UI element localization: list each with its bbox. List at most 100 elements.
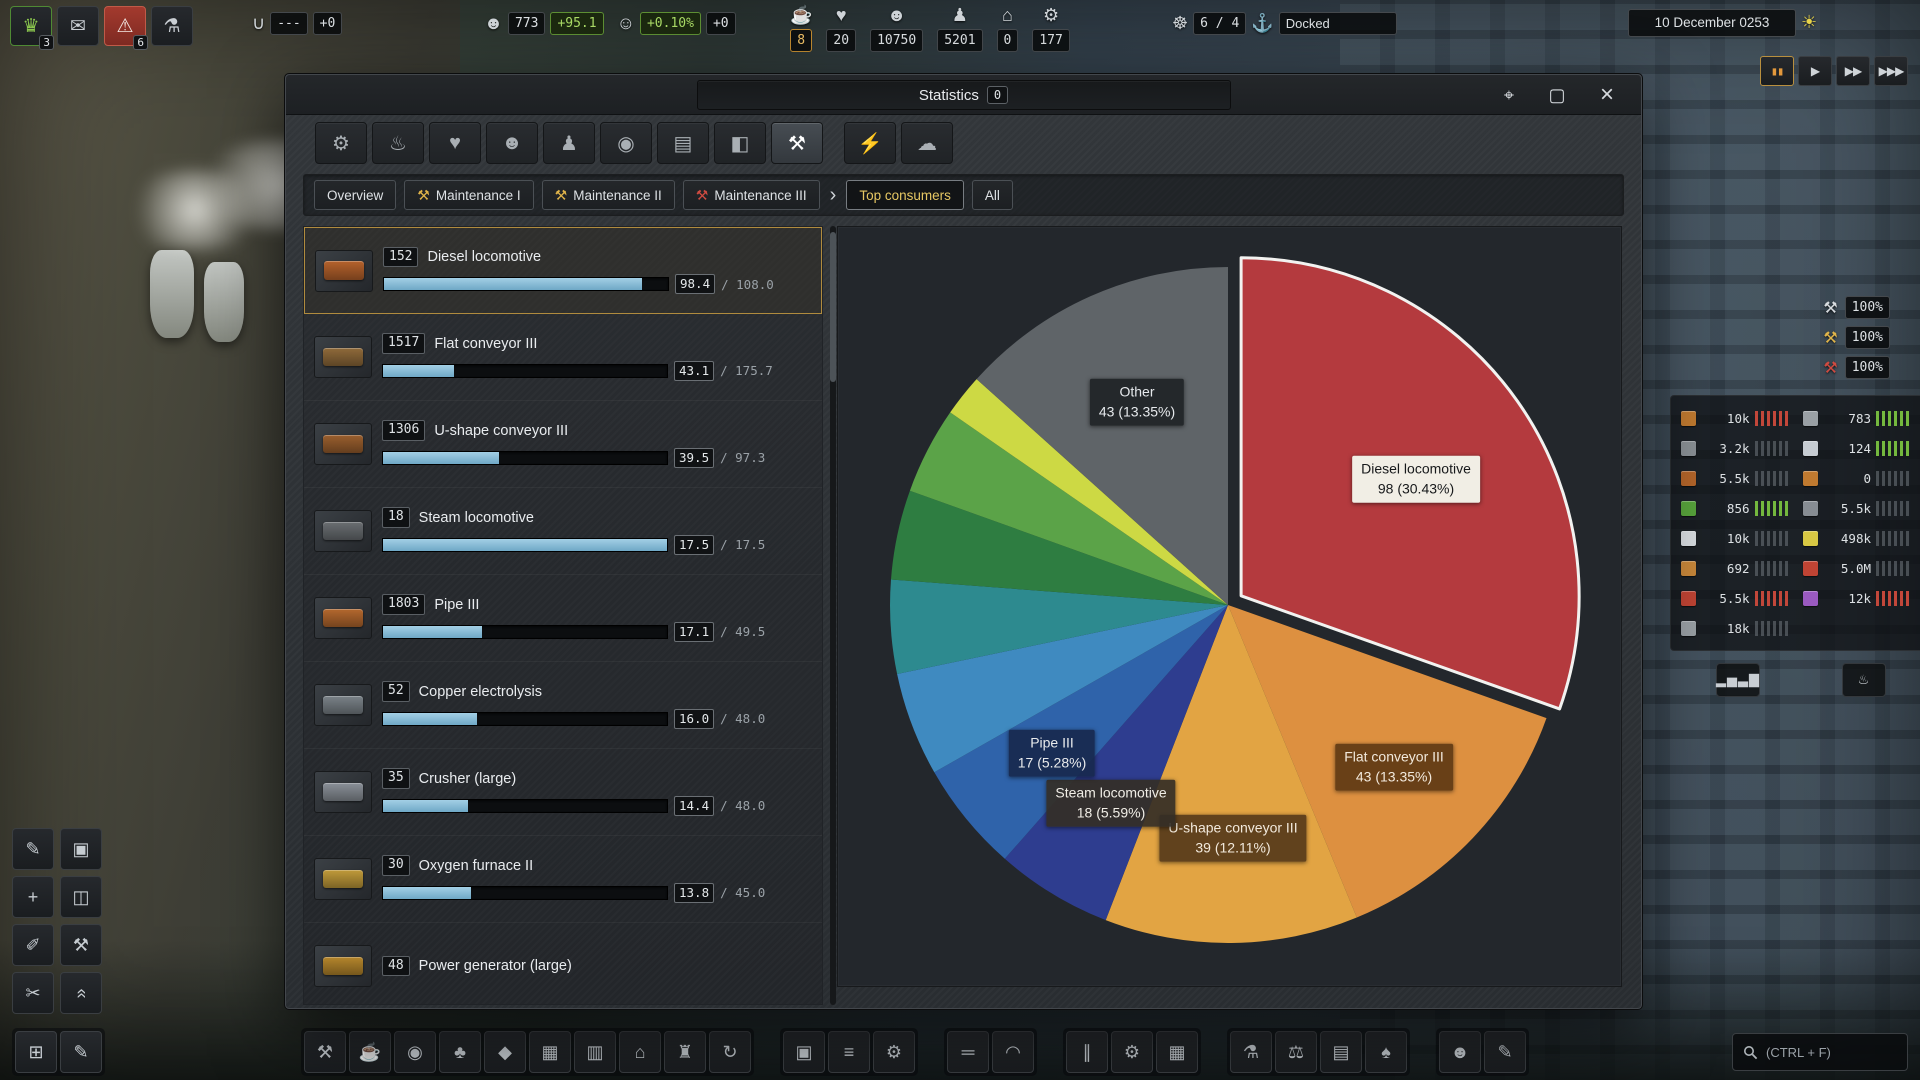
city-button[interactable]: ♜ [664,1031,706,1073]
consumer-row[interactable]: 48Power generator (large) [304,923,822,1005]
fuel-tab[interactable]: ◧ [714,122,766,164]
stamp-tool[interactable]: ▣ [60,828,102,870]
pause-button[interactable]: ▮▮ [1760,56,1794,86]
consumer-name: Flat conveyor III [434,336,537,352]
playback-controls: ▮▮ ▶ ▶▶ ▶▶▶ [1760,56,1908,86]
decals-button[interactable]: ✎ [1484,1031,1526,1073]
machines-button[interactable]: ⚙ [1111,1031,1153,1073]
fastest-button[interactable]: ▶▶▶ [1874,56,1908,86]
paint-tool[interactable]: ✎ [12,828,54,870]
cut-tool[interactable]: ✂ [12,972,54,1014]
menu-button[interactable]: ⊞ [15,1031,57,1073]
workers-tab[interactable]: ♟ [543,122,595,164]
resource-row[interactable]: 10k [1681,526,1791,550]
close-button[interactable]: × [1585,79,1629,111]
population-tab[interactable]: ☻ [486,122,538,164]
resource-row[interactable]: 124 [1803,436,1913,460]
trains-button[interactable]: ≡ [828,1031,870,1073]
resource-row[interactable]: 0 [1803,466,1913,490]
resource-row[interactable]: 5.5k [1681,586,1791,610]
subtab-maintenance-iii[interactable]: ⚒Maintenance III [683,180,820,210]
consumer-row[interactable]: 35Crusher (large)14.4/ 48.0 [304,749,822,836]
housing-button[interactable]: ⌂ [619,1031,661,1073]
resource-row[interactable]: 10k [1681,406,1791,430]
research-button[interactable]: ⚗ [1230,1031,1272,1073]
clone-tool[interactable]: ◫ [60,876,102,918]
bridges-button[interactable]: ◠ [992,1031,1034,1073]
waste-button[interactable]: ↻ [709,1031,751,1073]
resource-row[interactable]: 692 [1681,556,1791,580]
food-button[interactable]: ☕ [349,1031,391,1073]
subtab-label: Maintenance II [573,188,662,203]
resource-row[interactable]: 18k [1681,616,1791,640]
pollution-tab[interactable]: ☁ [901,122,953,164]
raise-tool[interactable]: » [60,972,102,1014]
subtab-all[interactable]: All [972,180,1013,210]
maximize-button[interactable]: ▢ [1535,79,1579,111]
subtab-overview[interactable]: Overview [314,180,396,210]
resource-row[interactable]: 12k [1803,586,1913,610]
vehicles-button[interactable]: ⚙ [873,1031,915,1073]
move-tool[interactable]: + [12,876,54,918]
blueprints-button[interactable]: ✎ [60,1031,102,1073]
play-button[interactable]: ▶ [1798,56,1832,86]
achievements-button[interactable]: ♛ 3 [10,6,52,46]
machines-tab[interactable]: ⚙ [315,122,367,164]
crew-button[interactable]: ☻ [1439,1031,1481,1073]
messages-button[interactable]: ✉ [57,6,99,46]
health-tab[interactable]: ♥ [429,122,481,164]
resource-row[interactable]: 5.0M [1803,556,1913,580]
consumer-row[interactable]: 30Oxygen furnace II13.8/ 45.0 [304,836,822,923]
search-input[interactable] [1766,1045,1897,1060]
vents-icon: ♨ [389,131,407,156]
education-button[interactable]: ♠ [1365,1031,1407,1073]
mine-tool[interactable]: ⚒ [60,924,102,966]
consumer-row[interactable]: 52Copper electrolysis16.0/ 48.0 [304,662,822,749]
reports-tab[interactable]: ▤ [657,122,709,164]
fluids-button[interactable]: ◉ [394,1031,436,1073]
resource-row[interactable]: 783 [1803,406,1913,430]
consumer-row[interactable]: 18Steam locomotive17.5/ 17.5 [304,488,822,575]
water-tab[interactable]: ◉ [600,122,652,164]
pipes-button[interactable]: ∥ [1066,1031,1108,1073]
resource-row[interactable]: 5.5k [1681,466,1791,490]
consumer-row[interactable]: 152Diesel locomotive98.4/ 108.0 [304,227,822,314]
subtab-maintenance-i[interactable]: ⚒Maintenance I [404,180,533,210]
level-tool[interactable]: ✐ [12,924,54,966]
consumer-row[interactable]: 1803Pipe III17.1/ 49.5 [304,575,822,662]
zones-button[interactable]: ▦ [1156,1031,1198,1073]
stats-button[interactable]: ▤ [1320,1031,1362,1073]
electricity-tab[interactable]: ⚡ [844,122,896,164]
consumer-row[interactable]: 1517Flat conveyor III43.1/ 175.7 [304,314,822,401]
factory-summary-button[interactable]: ♨ [1842,663,1886,697]
workers-icon: ♟ [560,131,578,156]
resource-row[interactable]: 5.5k [1803,496,1913,520]
farming-button[interactable]: ♣ [439,1031,481,1073]
fast-forward-button[interactable]: ▶▶ [1836,56,1870,86]
trucks-button[interactable]: ▣ [783,1031,825,1073]
consumer-progress-bar [382,538,668,552]
statistics-graph-button[interactable]: ▂▅▃▇ [1716,663,1760,697]
fast-forward-icon: ▶▶ [1845,64,1861,78]
logistics-button[interactable]: ▥ [574,1031,616,1073]
vents-tab[interactable]: ♨ [372,122,424,164]
subtab-top-consumers[interactable]: Top consumers [846,180,964,210]
resource-row[interactable]: 3.2k [1681,436,1791,460]
game-date: 10 December 0253 [1628,9,1796,37]
list-scrollbar[interactable] [830,226,836,1005]
scrollbar-thumb[interactable] [830,232,836,382]
roads-button[interactable]: ═ [947,1031,989,1073]
consumer-row[interactable]: 1306U-shape conveyor III39.5/ 97.3 [304,401,822,488]
storage-button[interactable]: ▦ [529,1031,571,1073]
resource-row[interactable]: 498k [1803,526,1913,550]
subtab-maintenance-ii[interactable]: ⚒Maintenance II [542,180,675,210]
trade-button[interactable]: ⚖ [1275,1031,1317,1073]
resources-button[interactable]: ◆ [484,1031,526,1073]
resource-row[interactable]: 856 [1681,496,1791,520]
research-shortcut-button[interactable]: ⚗ [151,6,193,46]
window-titlebar[interactable]: Statistics 0 ⌖ ▢ × [286,75,1641,115]
alerts-button[interactable]: ⚠ 6 [104,6,146,46]
maintenance-tab[interactable]: ⚒ [771,122,823,164]
terrain-button[interactable]: ⚒ [304,1031,346,1073]
pin-button[interactable]: ⌖ [1487,79,1531,111]
